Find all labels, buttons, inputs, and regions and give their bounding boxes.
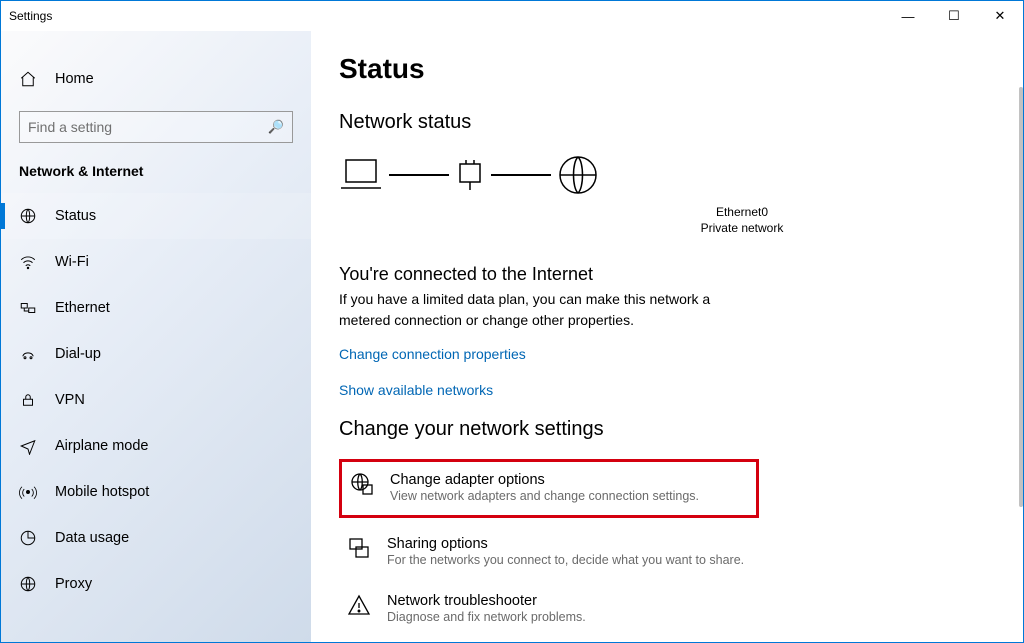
sidebar-item-label: Proxy: [55, 576, 92, 592]
network-troubleshooter[interactable]: Network troubleshooter Diagnose and fix …: [339, 587, 759, 632]
setting-desc: View network adapters and change connect…: [390, 488, 699, 505]
diagram-connector: [389, 174, 449, 176]
setting-title: Change adapter options: [390, 472, 699, 488]
sidebar-item-label: Mobile hotspot: [55, 484, 149, 500]
sidebar-item-label: Data usage: [55, 530, 129, 546]
diagram-connector: [491, 174, 551, 176]
close-icon: ✕: [995, 8, 1006, 24]
globe-icon: [557, 154, 599, 196]
network-diagram: [339, 154, 1023, 196]
hotspot-icon: [19, 483, 37, 501]
globe-adapter-icon: [350, 472, 374, 496]
sidebar-item-label: Ethernet: [55, 300, 110, 316]
vpn-icon: [19, 391, 37, 409]
vertical-scrollbar[interactable]: [1017, 31, 1023, 642]
sidebar-item-status[interactable]: Status: [1, 193, 311, 239]
connection-name: Ethernet0: [461, 204, 1023, 220]
sidebar-item-label: VPN: [55, 392, 85, 408]
data-usage-icon: [19, 529, 37, 547]
sidebar-item-hotspot[interactable]: Mobile hotspot: [1, 469, 311, 515]
setting-title: Network troubleshooter: [387, 593, 586, 609]
show-available-networks-link[interactable]: Show available networks: [339, 382, 1023, 398]
sharing-icon: [347, 536, 371, 560]
ethernet-icon: [19, 299, 37, 317]
sidebar-item-airplane[interactable]: Airplane mode: [1, 423, 311, 469]
minimize-button[interactable]: —: [885, 1, 931, 31]
diagram-caption: Ethernet0 Private network: [461, 204, 1023, 236]
scrollbar-thumb[interactable]: [1019, 87, 1023, 507]
minimize-icon: —: [902, 9, 915, 24]
setting-title: Sharing options: [387, 536, 744, 552]
close-button[interactable]: ✕: [977, 1, 1023, 31]
page-title: Status: [339, 53, 1023, 85]
setting-desc: Diagnose and fix network problems.: [387, 609, 586, 626]
maximize-button[interactable]: ☐: [931, 1, 977, 31]
sidebar-item-label: Airplane mode: [55, 438, 149, 454]
troubleshoot-icon: [347, 593, 371, 617]
home-label: Home: [55, 71, 94, 87]
sidebar-item-ethernet[interactable]: Ethernet: [1, 285, 311, 331]
sidebar-item-vpn[interactable]: VPN: [1, 377, 311, 423]
titlebar: Settings — ☐ ✕: [1, 1, 1023, 31]
adapter-icon: [455, 158, 485, 192]
sharing-options[interactable]: Sharing options For the networks you con…: [339, 530, 759, 575]
settings-window: Settings — ☐ ✕ Home 🔍 Network & Internet: [0, 0, 1024, 643]
sidebar: Home 🔍 Network & Internet Status Wi-Fi E…: [1, 31, 311, 642]
maximize-icon: ☐: [948, 8, 960, 24]
sidebar-item-dialup[interactable]: Dial-up: [1, 331, 311, 377]
search-input[interactable]: [28, 119, 268, 135]
status-heading: Network status: [339, 111, 1023, 134]
sidebar-section-heading: Network & Internet: [1, 157, 311, 193]
sidebar-item-label: Dial-up: [55, 346, 101, 362]
airplane-icon: [19, 437, 37, 455]
sidebar-item-label: Wi-Fi: [55, 254, 89, 270]
sidebar-item-datausage[interactable]: Data usage: [1, 515, 311, 561]
home-nav[interactable]: Home: [1, 59, 311, 99]
network-type: Private network: [461, 220, 1023, 236]
connected-title: You're connected to the Internet: [339, 264, 1023, 285]
sidebar-item-proxy[interactable]: Proxy: [1, 561, 311, 607]
setting-desc: For the networks you connect to, decide …: [387, 552, 744, 569]
wifi-icon: [19, 253, 37, 271]
change-settings-heading: Change your network settings: [339, 418, 1023, 441]
proxy-icon: [19, 575, 37, 593]
sidebar-item-wifi[interactable]: Wi-Fi: [1, 239, 311, 285]
search-box[interactable]: 🔍: [19, 111, 293, 143]
change-connection-properties-link[interactable]: Change connection properties: [339, 346, 1023, 362]
connected-desc: If you have a limited data plan, you can…: [339, 289, 739, 330]
sidebar-item-label: Status: [55, 208, 96, 224]
dialup-icon: [19, 345, 37, 363]
change-adapter-options[interactable]: Change adapter options View network adap…: [339, 459, 759, 518]
search-icon: 🔍: [268, 119, 284, 135]
status-icon: [19, 207, 37, 225]
home-icon: [19, 70, 37, 88]
content-area: Status Network status Ethernet0 Private …: [311, 31, 1023, 642]
laptop-icon: [339, 156, 383, 194]
window-title: Settings: [9, 9, 52, 23]
